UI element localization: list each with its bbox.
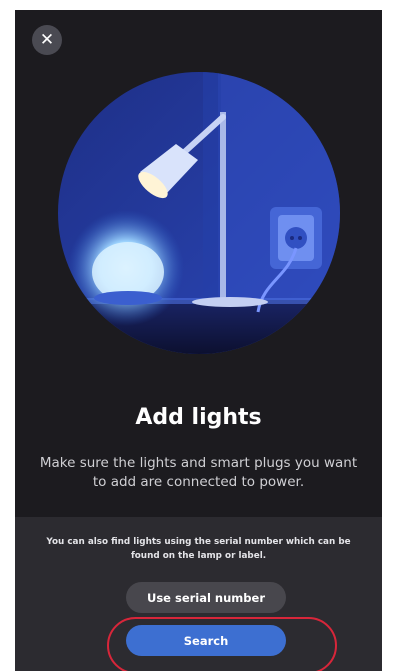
lamp-illustration-graphic	[58, 72, 340, 354]
close-icon: ✕	[39, 30, 55, 50]
search-button-label: Search	[183, 633, 229, 648]
page-subtitle: Make sure the lights and smart plugs you…	[39, 455, 358, 490]
serial-number-hint: You can also find lights using the seria…	[46, 537, 351, 561]
lamp-illustration	[58, 72, 340, 354]
add-lights-screen: ✕ Add lights Make sure the lights and sm…	[15, 10, 382, 671]
close-button[interactable]: ✕	[32, 25, 62, 55]
use-serial-number-button[interactable]: Use serial number	[126, 582, 286, 613]
page-title: Add lights	[135, 405, 262, 430]
use-serial-number-label: Use serial number	[146, 590, 265, 605]
search-button[interactable]: Search	[126, 625, 286, 656]
